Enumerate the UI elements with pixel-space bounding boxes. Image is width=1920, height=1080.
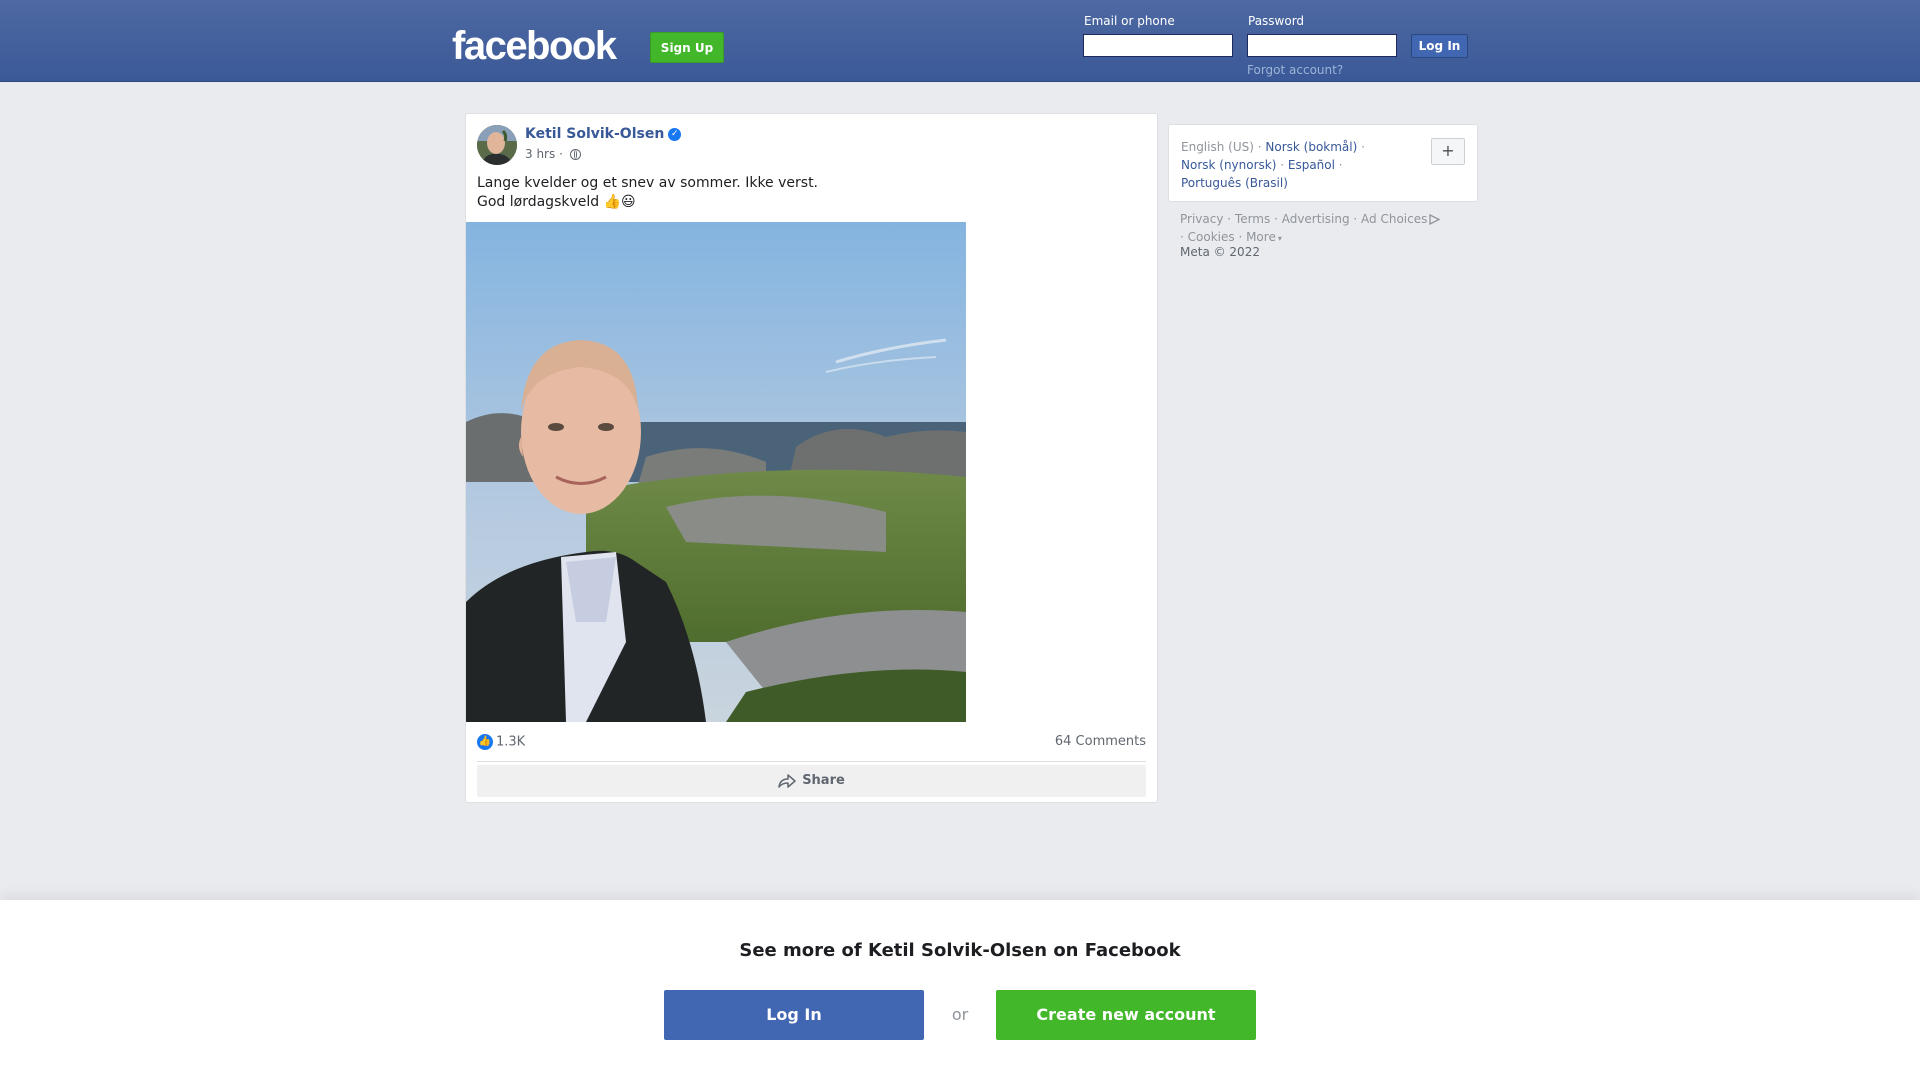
footer-link-cookies[interactable]: Cookies	[1188, 230, 1235, 244]
divider	[477, 761, 1146, 762]
caret-down-icon: ▾	[1277, 234, 1282, 243]
language-link-norsk-bokmal[interactable]: Norsk (bokmål)	[1265, 140, 1357, 154]
create-account-button[interactable]: Create new account	[996, 990, 1256, 1040]
share-icon	[778, 773, 796, 788]
ad-choices-icon	[1429, 213, 1441, 226]
post-meta: 3 hrs ·	[525, 147, 581, 161]
footer-link-advertising[interactable]: Advertising	[1282, 212, 1350, 226]
footer-link-more-label: More	[1246, 230, 1276, 244]
language-list: English (US) · Norsk (bokmål) · Norsk (n…	[1181, 140, 1365, 190]
globe-icon	[569, 149, 581, 160]
top-bar: facebook Sign Up Email or phone Password…	[0, 0, 1920, 82]
post-text-line: Lange kvelder og et snev av sommer. Ikke…	[477, 175, 819, 191]
post-text: Lange kvelder og et snev av sommer. Ikke…	[477, 174, 1137, 212]
reactions-summary[interactable]: 👍 1.3K	[477, 734, 525, 750]
verified-badge-icon: ✓	[668, 127, 682, 141]
language-link-espanol[interactable]: Español	[1288, 158, 1335, 172]
language-link-portugues[interactable]: Português (Brasil)	[1181, 176, 1288, 190]
post-text-line: God lørdagskveld 👍😃	[477, 194, 636, 210]
login-banner: See more of Ketil Solvik-Olsen on Facebo…	[0, 900, 1920, 1080]
banner-or-label: or	[951, 1005, 969, 1024]
language-box: English (US) · Norsk (bokmål) · Norsk (n…	[1168, 124, 1478, 202]
footer-link-privacy[interactable]: Privacy	[1180, 212, 1223, 226]
author-name[interactable]: Ketil Solvik-Olsen ✓	[525, 126, 682, 142]
footer-link-more[interactable]: More ▾	[1246, 230, 1282, 244]
email-input[interactable]	[1083, 34, 1233, 57]
comments-count[interactable]: 64 Comments	[1055, 734, 1146, 749]
avatar[interactable]	[477, 125, 517, 165]
like-icon: 👍	[477, 734, 493, 750]
footer-link-terms[interactable]: Terms	[1235, 212, 1270, 226]
copyright: Meta © 2022	[1180, 245, 1260, 259]
sign-up-button[interactable]: Sign Up	[650, 32, 724, 63]
language-current: English (US)	[1181, 140, 1254, 154]
author-name-text[interactable]: Ketil Solvik-Olsen	[525, 126, 664, 142]
footer-links: Privacy · Terms · Advertising · Ad Choic…	[1180, 210, 1480, 248]
email-label: Email or phone	[1084, 14, 1175, 28]
post-card: Ketil Solvik-Olsen ✓ 3 hrs · Lange kvelde…	[465, 113, 1158, 803]
facebook-logo[interactable]: facebook	[452, 22, 617, 70]
language-link-norsk-nynorsk[interactable]: Norsk (nynorsk)	[1181, 158, 1276, 172]
banner-title: See more of Ketil Solvik-Olsen on Facebo…	[739, 940, 1181, 961]
footer-link-ad-choices-label: Ad Choices	[1361, 212, 1428, 226]
password-label: Password	[1248, 14, 1305, 28]
meta-separator: ·	[559, 147, 563, 161]
log-in-button[interactable]: Log In	[1411, 34, 1468, 58]
footer-link-ad-choices[interactable]: Ad Choices	[1361, 212, 1441, 226]
more-languages-button[interactable]: +	[1431, 138, 1465, 165]
share-label: Share	[802, 773, 845, 788]
forgot-account-link[interactable]: Forgot account?	[1247, 63, 1343, 77]
post-photo[interactable]	[466, 222, 966, 722]
reactions-count: 1.3K	[496, 734, 526, 750]
password-input[interactable]	[1247, 34, 1397, 57]
banner-log-in-button[interactable]: Log In	[664, 990, 924, 1040]
share-button[interactable]: Share	[477, 765, 1146, 797]
post-time[interactable]: 3 hrs	[525, 147, 555, 161]
